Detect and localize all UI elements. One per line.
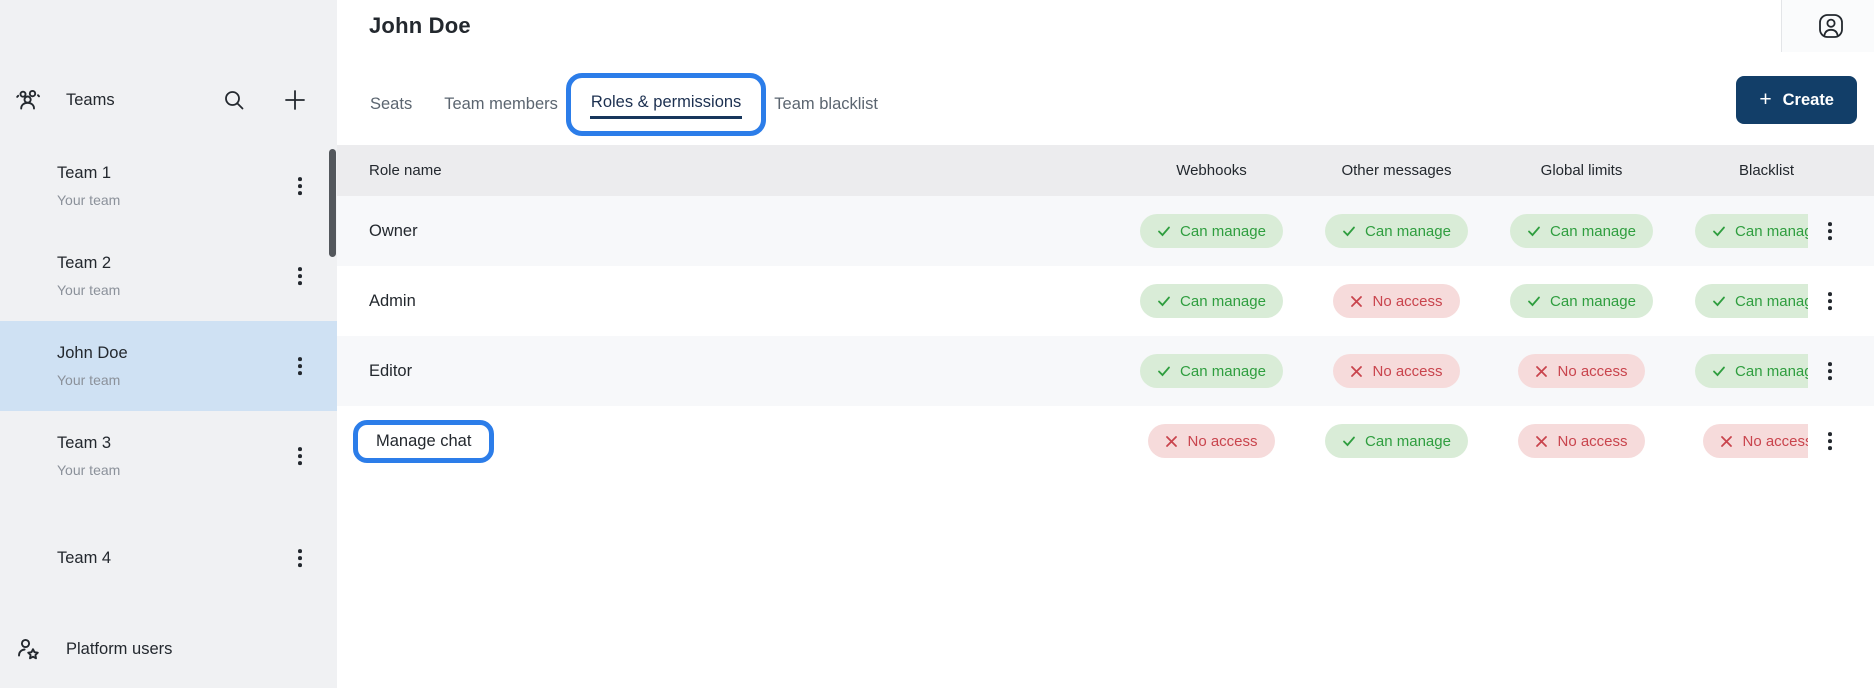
tab-team-members[interactable]: Team members [444,95,558,114]
cross-icon [1535,435,1548,448]
platform-users-label: Platform users [66,640,172,659]
kebab-icon[interactable] [293,263,307,289]
status-badge: Can manage [1140,284,1283,318]
team-management-app: Teams Team 1 Your team Team 2 [0,0,1874,688]
check-icon [1157,224,1171,238]
row-kebab-icon[interactable] [1823,288,1837,314]
check-icon [1527,294,1541,308]
kebab-icon[interactable] [293,173,307,199]
platform-users-icon [15,636,42,663]
topbar-divider [1781,0,1782,52]
cross-icon [1720,435,1733,448]
column-header-other-messages: Other messages [1304,162,1489,179]
sidebar: Teams Team 1 Your team Team 2 [0,0,337,688]
tab-roles-permissions[interactable]: Roles & permissions [591,93,741,111]
table-row-admin[interactable]: Admin Can manage No access Can manage Ca… [337,266,1808,336]
table-header-row: Role name Webhooks Other messages Global… [337,145,1808,196]
column-header-webhooks: Webhooks [1119,162,1304,179]
add-team-icon[interactable] [283,88,307,112]
sidebar-item-team-2[interactable]: Team 2 Your team [0,231,337,321]
team-subtitle: Your team [57,282,282,298]
status-badge: Can manage [1325,424,1468,458]
row-kebab-icon[interactable] [1823,358,1837,384]
search-icon[interactable] [223,89,245,111]
sidebar-item-platform-users[interactable]: Platform users [15,634,172,664]
create-button[interactable]: + Create [1736,76,1857,124]
active-tab-underline [590,116,742,119]
role-name-cell: Admin [337,292,1119,311]
table-row-manage-chat[interactable]: Manage chat No access Can manage No acce… [337,406,1808,476]
check-icon [1157,294,1171,308]
status-badge: Can manage [1140,214,1283,248]
column-header-global-limits: Global limits [1489,162,1674,179]
cross-icon [1350,295,1363,308]
team-subtitle: Your team [57,192,282,208]
role-name-cell: Editor [337,362,1119,381]
status-badge: No access [1518,424,1644,458]
role-name-cell: Manage chat [337,420,1119,463]
sidebar-title: Teams [66,91,115,110]
status-badge: No access [1518,354,1644,388]
check-icon [1527,224,1541,238]
status-badge: No access [1333,354,1459,388]
cross-icon [1350,365,1363,378]
tab-team-blacklist[interactable]: Team blacklist [774,95,878,114]
sidebar-item-team-3[interactable]: Team 3 Your team [0,411,337,501]
role-name-cell: Owner [337,222,1119,241]
team-subtitle: Your team [57,462,282,478]
team-list: Team 1 Your team Team 2 Your team John D… [0,141,337,603]
status-badge: Can manage [1695,284,1808,318]
teams-icon [15,87,42,114]
team-name: Team 2 [57,254,282,273]
status-badge: No access [1148,424,1274,458]
status-badge: Can manage [1140,354,1283,388]
team-name: Team 3 [57,434,282,453]
page-title: John Doe [369,13,471,39]
sidebar-item-team-4[interactable]: Team 4 [0,513,337,603]
annotation-box-active-tab: Roles & permissions [566,73,766,136]
plus-icon: + [1759,89,1771,110]
avatar-icon[interactable] [1817,12,1845,40]
status-badge: No access [1703,424,1808,458]
row-kebab-icon[interactable] [1823,428,1837,454]
status-badge: No access [1333,284,1459,318]
cross-icon [1165,435,1178,448]
check-icon [1342,224,1356,238]
check-icon [1712,294,1726,308]
table-row-editor[interactable]: Editor Can manage No access No access Ca… [337,336,1808,406]
create-button-label: Create [1783,91,1834,110]
sidebar-item-team-1[interactable]: Team 1 Your team [0,141,337,231]
annotation-box-manage-chat: Manage chat [353,420,494,463]
check-icon [1712,364,1726,378]
sidebar-scrollbar[interactable] [329,149,336,257]
team-name: John Doe [57,344,282,363]
kebab-icon[interactable] [293,443,307,469]
column-header-blacklist: Blacklist [1674,162,1808,179]
column-header-role-name: Role name [337,162,1119,179]
roles-table: Role name Webhooks Other messages Global… [337,145,1808,476]
check-icon [1712,224,1726,238]
status-badge: Can manage [1510,284,1653,318]
row-kebab-icon[interactable] [1823,218,1837,244]
team-name: Team 4 [57,549,282,568]
main-content: John Doe Seats Team members Roles & perm… [337,0,1874,688]
team-subtitle: Your team [57,372,282,388]
check-icon [1342,434,1356,448]
team-name: Team 1 [57,164,282,183]
sidebar-item-john-doe[interactable]: John Doe Your team [0,321,337,411]
cross-icon [1535,365,1548,378]
kebab-icon[interactable] [293,353,307,379]
sidebar-header: Teams [15,87,307,113]
tab-seats[interactable]: Seats [370,95,412,114]
kebab-icon[interactable] [293,545,307,571]
status-badge: Can manage [1510,214,1653,248]
status-badge: Can manage [1695,214,1808,248]
status-badge: Can manage [1325,214,1468,248]
table-row-owner[interactable]: Owner Can manage Can manage Can manage C… [337,196,1808,266]
check-icon [1157,364,1171,378]
status-badge: Can manage [1695,354,1808,388]
tab-bar: Seats Team members Roles & permissions T… [370,72,878,136]
